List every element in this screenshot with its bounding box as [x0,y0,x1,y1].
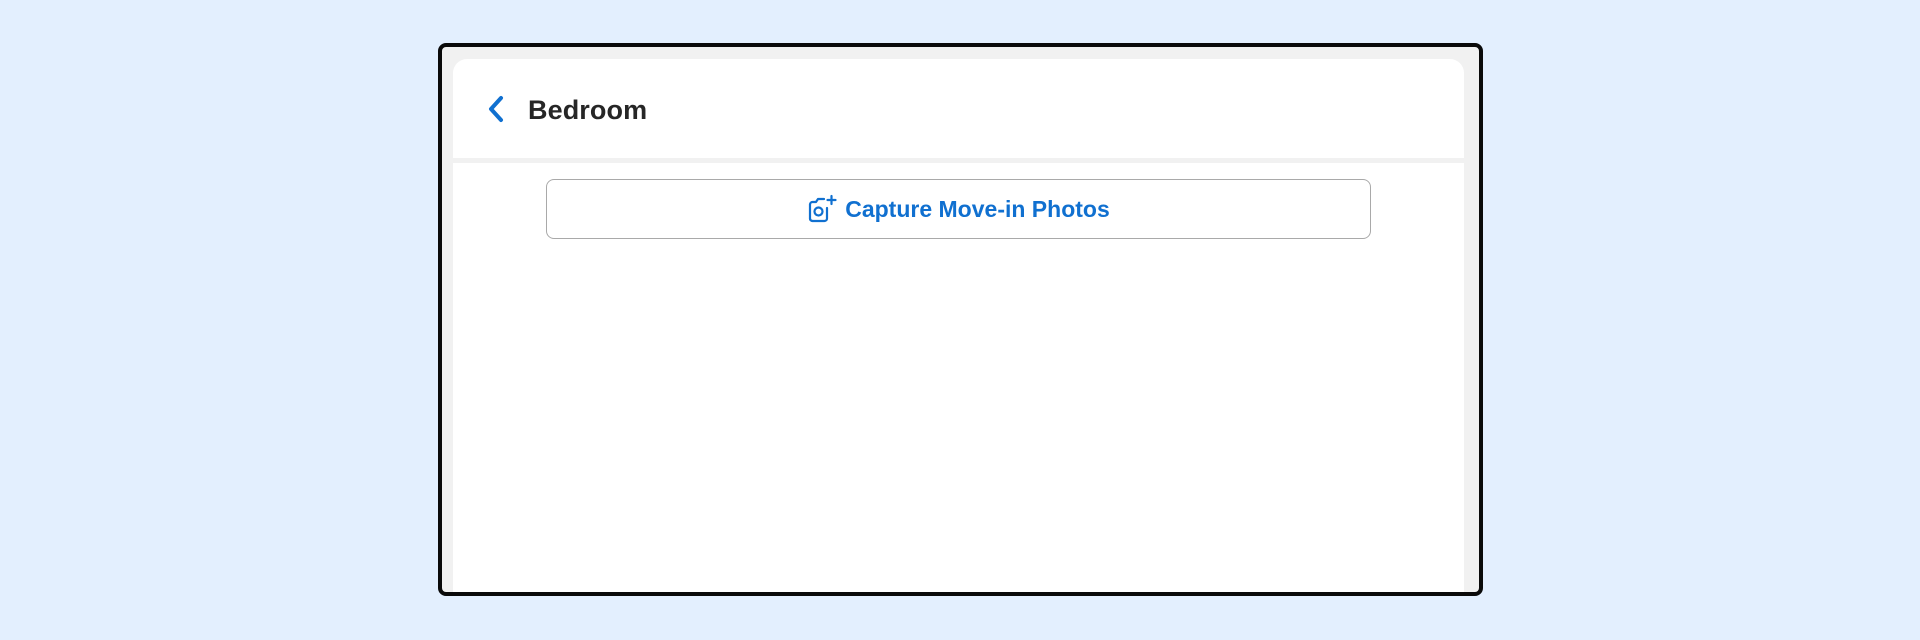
capture-button-label: Capture Move-in Photos [845,196,1110,222]
chevron-left-icon [487,95,505,128]
device-frame: Bedroom Capture Move-in Photos [438,43,1483,596]
capture-move-in-photos-button[interactable]: Capture Move-in Photos [546,179,1371,239]
page-title: Bedroom [528,95,648,125]
page-header: Bedroom [453,59,1464,163]
app-screen: Bedroom Capture Move-in Photos [453,59,1464,592]
back-button[interactable] [483,95,509,127]
camera-add-icon [807,194,837,224]
